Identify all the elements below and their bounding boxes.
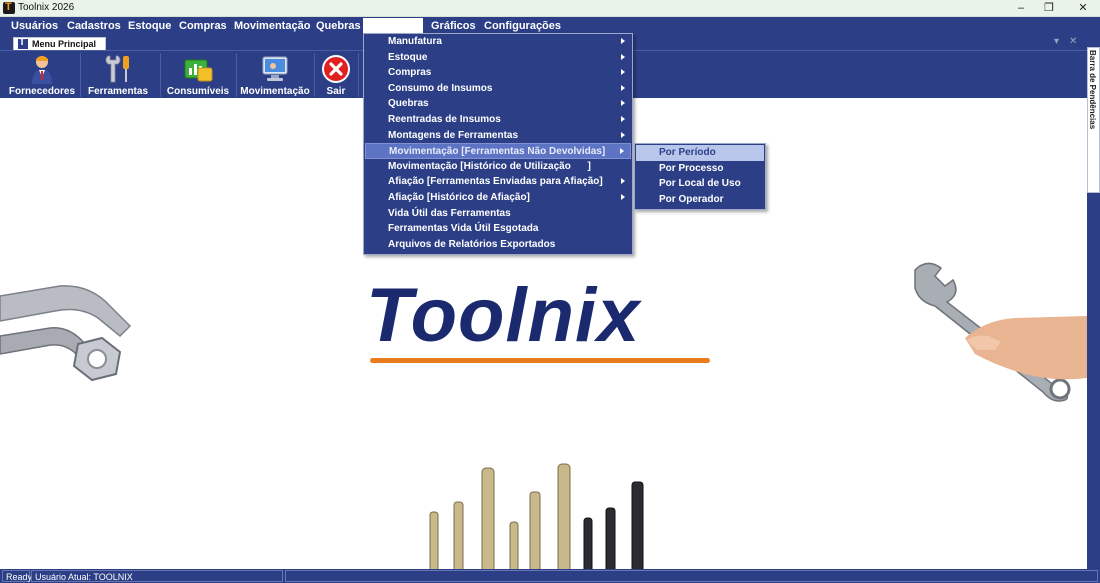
sair-label: Sair: [326, 86, 346, 97]
toolbar-separator: [80, 53, 81, 97]
fornecedores-button[interactable]: Fornecedores: [5, 51, 79, 99]
menu-usuarios[interactable]: Usuários: [10, 18, 59, 34]
ferramentas-button[interactable]: Ferramentas: [83, 51, 153, 99]
menu-item-arquivos-exportados[interactable]: Arquivos de Relatórios Exportados: [365, 237, 631, 253]
close-window-button[interactable]: ✕: [1066, 0, 1100, 17]
tab-menu-principal[interactable]: Menu Principal: [13, 37, 106, 50]
ferramentas-label: Ferramentas: [87, 86, 149, 97]
sair-button[interactable]: Sair: [316, 51, 356, 99]
toolnix-logo: Toolnix: [360, 276, 720, 368]
menu-item-afiacao-enviadas[interactable]: Afiação [Ferramentas Enviadas para Afiaç…: [365, 174, 631, 190]
menu-item-estoque[interactable]: Estoque: [365, 50, 631, 66]
submenu-arrow-icon: [621, 100, 625, 107]
status-text: Ready: [2, 570, 32, 582]
toolbar-separator: [358, 53, 359, 97]
logo-text: Toolnix: [366, 273, 641, 358]
tab-close-icon[interactable]: ✕: [1069, 35, 1077, 49]
current-user: Usuário Atual: TOOLNIX: [31, 570, 283, 582]
submenu-por-processo[interactable]: Por Processo: [636, 161, 764, 177]
submenu-arrow-icon: [621, 131, 625, 138]
submenu-arrow-icon: [621, 84, 625, 91]
submenu-arrow-icon: [621, 69, 625, 76]
wrench-hand-illustration: [914, 262, 1087, 402]
pendencias-label: Barra de Pendências: [1088, 50, 1097, 130]
fornecedores-label: Fornecedores: [8, 86, 76, 97]
consumiveis-button[interactable]: Consumíveis: [163, 51, 233, 99]
monitor-icon: [262, 56, 288, 81]
menu-configuracoes[interactable]: Configurações: [483, 18, 562, 34]
consumiveis-label: Consumíveis: [166, 86, 230, 97]
status-bar: Ready Usuário Atual: TOOLNIX: [0, 569, 1100, 583]
person-icon: [32, 56, 52, 84]
movimentacao-button[interactable]: Movimentação: [238, 51, 312, 99]
menu-item-consumo-insumos[interactable]: Consumo de Insumos: [365, 81, 631, 97]
menu-compras[interactable]: Compras: [178, 18, 228, 34]
submenu-arrow-icon: [621, 194, 625, 200]
menu-item-movimentacao-historico[interactable]: Movimentação [Histórico de Utilização ]: [365, 159, 631, 175]
menu-estoque[interactable]: Estoque: [127, 18, 172, 34]
reports-dropdown: Manufatura Estoque Compras Consumo de In…: [363, 33, 633, 255]
tab-list-icon[interactable]: ▾: [1054, 35, 1059, 49]
menu-item-compras[interactable]: Compras: [365, 65, 631, 81]
menu-quebras[interactable]: Quebras: [315, 18, 362, 34]
menu-item-reentradas-insumos[interactable]: Reentradas de Insumos: [365, 112, 631, 128]
submenu-arrow-icon: [621, 53, 625, 60]
app-logo-icon: [3, 1, 15, 14]
pendencias-tab[interactable]: Barra de Pendências: [1087, 47, 1100, 193]
submenu-por-periodo[interactable]: Por Período: [636, 145, 764, 161]
menu-item-manufatura[interactable]: Manufatura: [365, 34, 631, 50]
reports-submenu: Por Período Por Processo Por Local de Us…: [634, 143, 766, 210]
submenu-por-operador[interactable]: Por Operador: [636, 192, 764, 208]
submenu-arrow-icon: [621, 116, 625, 122]
toolbar-separator: [160, 53, 161, 97]
side-panel: Barra de Pendências: [1087, 35, 1100, 569]
status-empty-panel: [285, 570, 1098, 582]
menu-relatorios[interactable]: Relatórios: [363, 18, 423, 34]
submenu-arrow-icon: [620, 148, 624, 155]
toolbar-separator: [236, 53, 237, 97]
movimentacao-label: Movimentação: [240, 86, 310, 97]
menu-item-vida-util[interactable]: Vida Útil das Ferramentas: [365, 206, 631, 222]
window-title: Toolnix 2026: [18, 2, 75, 13]
pliers-illustration: [0, 285, 132, 382]
toolbar-separator: [314, 53, 315, 97]
app-logo-icon: [18, 37, 28, 49]
menu-movimentacao[interactable]: Movimentação: [233, 18, 311, 34]
restore-button[interactable]: ❐: [1032, 0, 1066, 17]
menu-item-movimentacao-nao-devolvidas[interactable]: Movimentação [Ferramentas Não Devolvidas…: [365, 143, 631, 159]
menu-item-quebras[interactable]: Quebras: [365, 96, 631, 112]
submenu-arrow-icon: [621, 178, 625, 185]
submenu-arrow-icon: [621, 38, 625, 44]
menu-item-montagens-ferramentas[interactable]: Montagens de Ferramentas: [365, 128, 631, 144]
close-icon: [322, 55, 350, 83]
drill-bits-illustration: [429, 463, 644, 569]
menu-graficos[interactable]: Gráficos: [430, 18, 477, 34]
menu-item-vida-util-esgotada[interactable]: Ferramentas Vida Útil Esgotada: [365, 221, 631, 237]
tab-label: Menu Principal: [32, 39, 97, 49]
logo-underline: [370, 358, 710, 363]
title-bar: Toolnix 2026 – ❐ ✕: [0, 0, 1100, 17]
chart-box-icon: [184, 59, 213, 82]
menu-item-afiacao-historico[interactable]: Afiação [Histórico de Afiação]: [365, 190, 631, 206]
wrench-screwdriver-icon: [105, 55, 129, 83]
menu-cadastros[interactable]: Cadastros: [66, 18, 122, 34]
submenu-por-local-uso[interactable]: Por Local de Uso: [636, 176, 764, 192]
